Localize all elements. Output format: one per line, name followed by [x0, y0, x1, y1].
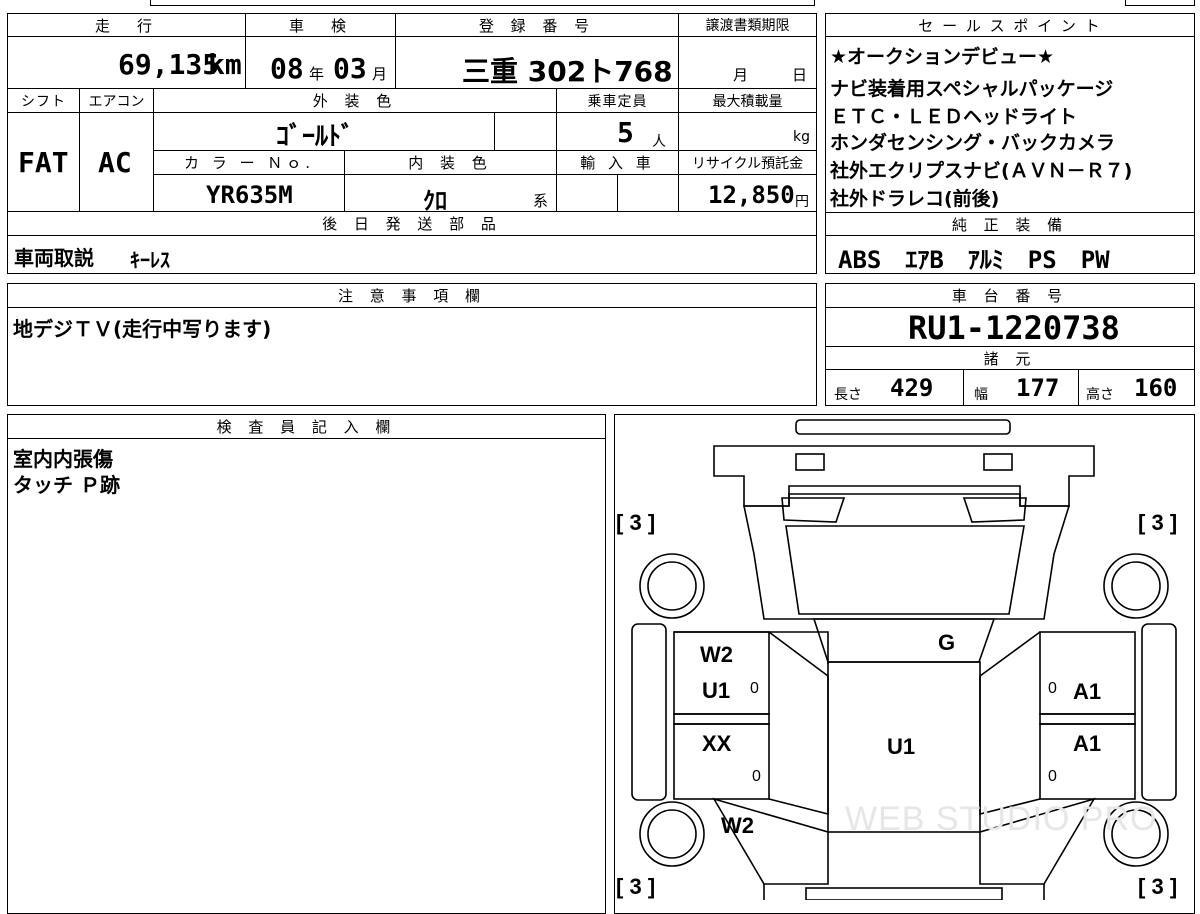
interior-color-suffix: 系: [533, 192, 549, 210]
inspector-line-2: タッチ Ｐ跡: [13, 473, 120, 497]
notes-text: 地デジＴＶ(走行中写ります): [13, 317, 272, 341]
inspection-month-unit: 月: [372, 65, 388, 83]
recycle-value: 12,850: [708, 181, 795, 209]
recycle-unit: 円: [795, 194, 809, 210]
aircon-header: エアコン: [80, 89, 154, 113]
specs-divider-2: [1078, 370, 1079, 405]
tire-mark-rear-right-bracket: [ 3 ]: [1138, 874, 1178, 899]
height-value: 160: [1134, 374, 1178, 402]
interior-color-header: 内 装 色: [345, 151, 557, 175]
standard-equipment-items: ABS ｴｱB ｱﾙﾐ PS PW: [838, 246, 1110, 274]
tire-mark-front-left-bracket: [ 3 ]: [616, 510, 656, 535]
interior-color-cell: [345, 175, 557, 212]
mark-left-front-door-1: W2: [700, 642, 733, 667]
import-cell-a: [557, 175, 618, 212]
height-label: 高さ: [1086, 387, 1114, 403]
max-load-unit: kg: [793, 129, 810, 145]
sales-point-line-6: 社外ドラレコ(前後): [830, 188, 1000, 210]
notes-header: 注 意 事 項 欄: [8, 284, 816, 308]
mark-windshield: G: [938, 630, 956, 655]
inspection-year-unit: 年: [309, 65, 325, 83]
mileage-header: 走 行: [8, 14, 246, 37]
header-sliver-right: [1125, 0, 1195, 6]
inspector-line-1: 室内内張傷: [13, 447, 113, 471]
deadline-day-unit: 日: [792, 66, 808, 84]
transfer-deadline-header: 譲渡書類期限: [679, 14, 816, 37]
header-sliver: [150, 0, 815, 6]
tire-mark-front-right-bracket: [ 3 ]: [1138, 510, 1178, 535]
inspection-header: 車 検: [246, 14, 396, 37]
tire-mark-rear-right: 3: [1151, 874, 1164, 899]
tire-mark-front-right: 3: [1151, 510, 1164, 535]
sales-point-line-5: 社外エクリプスナビ(ＡＶＮ－Ｒ７): [830, 160, 1133, 182]
later-parts-header: 後 日 発 送 部 品: [8, 212, 816, 236]
exterior-color-header: 外 装 色: [154, 89, 557, 113]
sales-point-line-4: ホンダセンシング・バックカメラ: [830, 132, 1116, 154]
deadline-month-unit: 月: [733, 66, 749, 84]
zero-left-rear: 0: [752, 768, 761, 785]
max-load-header: 最大積載量: [679, 89, 816, 113]
later-parts-value: 車両取説: [14, 246, 94, 270]
specs-header: 諸 元: [826, 346, 1194, 370]
color-no-header: カ ラ ー Ｎｏ.: [154, 151, 345, 175]
plate-header: 登 録 番 号: [396, 14, 679, 37]
sales-point-line-3: ＥＴＣ・ＬＥＤヘッドライト: [830, 106, 1078, 128]
capacity-header: 乗車定員: [557, 89, 679, 113]
specs-divider-1: [963, 370, 964, 405]
width-value: 177: [1016, 374, 1060, 402]
mark-left-front-door-2: U1: [702, 678, 731, 703]
interior-color-value: ｸﾛ: [423, 187, 447, 215]
inspector-header: 検 査 員 記 入 欄: [8, 415, 605, 439]
capacity-value: 5: [617, 116, 634, 149]
tire-mark-front-left: 3: [629, 510, 642, 535]
zero-right-rear: 0: [1048, 768, 1057, 785]
mark-left-rear-door: XX: [702, 731, 732, 756]
recycle-header: リサイクル預託金: [679, 151, 816, 175]
sales-points-header: セ ー ル ス ポ イ ン ト: [826, 14, 1194, 37]
zero-left-front: 0: [750, 680, 759, 697]
tire-mark-rear-left: 3: [629, 874, 642, 899]
watermark: WEB STUDIO PRO: [845, 800, 1158, 838]
inspection-year: 08: [270, 52, 304, 85]
width-label: 幅: [974, 387, 988, 403]
mark-left-rear-quarter: W2: [721, 813, 754, 838]
mileage-value: 69,135: [118, 48, 220, 81]
zero-right-front: 0: [1048, 680, 1057, 697]
tire-mark-rear-left-bracket: [ 3 ]: [616, 874, 656, 899]
length-label: 長さ: [834, 387, 862, 403]
import-cell-b: [618, 175, 679, 212]
standard-equipment-header: 純 正 装 備: [826, 212, 1194, 236]
inspection-month: 03: [333, 52, 367, 85]
chassis-header: 車 台 番 号: [826, 284, 1194, 308]
chassis-number: RU1-1220738: [908, 309, 1120, 347]
color-no-value: YR635M: [206, 181, 293, 209]
later-parts-extra: ｷｰﾚｽ: [130, 248, 170, 272]
exterior-color-code-cell: [495, 113, 557, 151]
mark-roof: U1: [887, 734, 916, 759]
sales-point-line-2: ナビ装着用スペシャルパッケージ: [830, 78, 1114, 100]
shift-value: FAT: [18, 146, 69, 179]
capacity-unit: 人: [652, 134, 666, 150]
sales-point-line-1: ★オークションデビュー★: [830, 46, 1055, 68]
mark-right-rear-door: A1: [1073, 731, 1102, 756]
plate-number: 三重 302ト768: [462, 55, 673, 88]
shift-header: シフト: [8, 89, 80, 113]
import-header: 輸 入 車: [557, 151, 679, 175]
aircon-value: AC: [98, 146, 132, 179]
mileage-unit: km: [208, 48, 242, 81]
mark-right-front-door: A1: [1073, 679, 1102, 704]
length-value: 429: [890, 374, 934, 402]
exterior-color-value: ｺﾞｰﾙﾄﾞ: [276, 122, 355, 152]
